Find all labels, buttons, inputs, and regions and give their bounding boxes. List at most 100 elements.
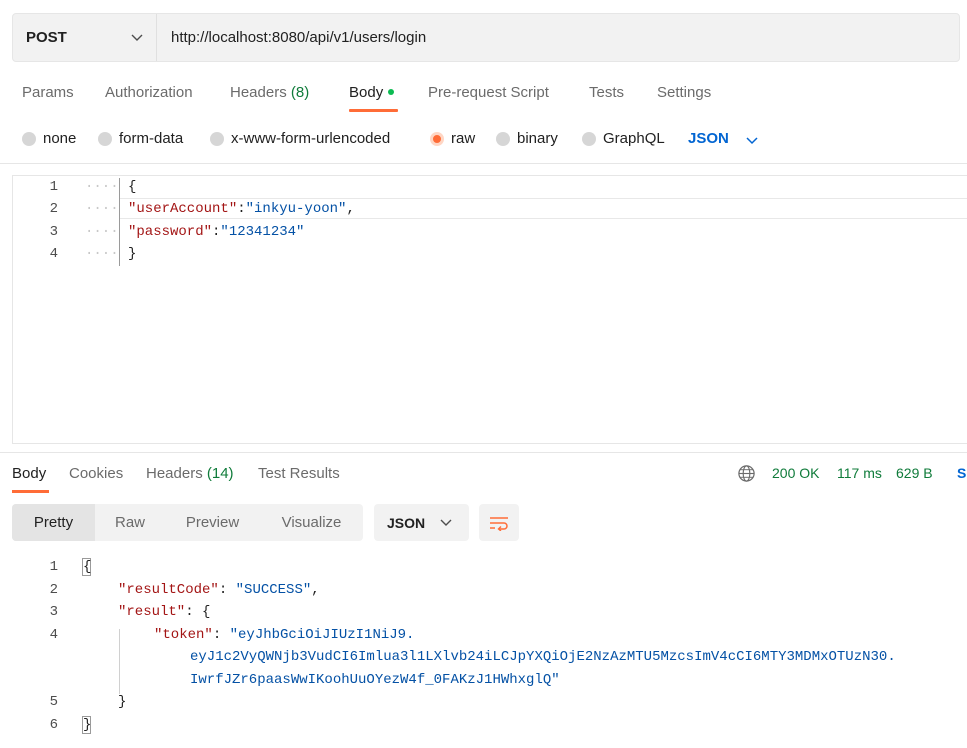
line-number: 2 bbox=[49, 582, 58, 598]
tab-params[interactable]: Params bbox=[22, 84, 74, 101]
tab-headers[interactable]: Headers (8) bbox=[230, 84, 309, 101]
json-brace: { bbox=[128, 179, 137, 195]
view-visualize-button[interactable]: Visualize bbox=[260, 504, 363, 541]
radio-circle bbox=[582, 131, 596, 146]
radio-urlencoded[interactable]: x-www-form-urlencoded bbox=[210, 130, 390, 147]
view-pretty-button[interactable]: Pretty bbox=[12, 504, 95, 541]
line-number: 6 bbox=[49, 717, 58, 733]
line-number: 1 bbox=[49, 559, 58, 575]
json-line: "password":"12341234" bbox=[128, 224, 304, 240]
json-line: "userAccount":"inkyu-yoon", bbox=[128, 201, 355, 217]
tab-body-label: Body bbox=[349, 84, 384, 101]
chevron-down-icon bbox=[440, 519, 452, 526]
format-label: JSON bbox=[387, 514, 426, 531]
json-string-continuation: eyJ1c2VyQWNjb3VudCI6Imlua3l1LXlvb24iLCJp… bbox=[190, 649, 896, 665]
url-input[interactable]: http://localhost:8080/api/v1/users/login bbox=[171, 29, 426, 46]
json-brace: { bbox=[83, 559, 92, 575]
json-colon: : bbox=[237, 201, 246, 217]
whitespace-dots: ···· bbox=[85, 224, 119, 240]
json-line: "result": { bbox=[118, 604, 210, 620]
radio-circle bbox=[98, 131, 112, 146]
json-string: "eyJhbGciOiJIUzI1NiJ9. bbox=[229, 627, 415, 643]
json-brace: } bbox=[83, 717, 92, 733]
json-string-continuation: IwrfJZr6paasWwIKoohUuOYezW4f_0FAKzJ1HWhx… bbox=[190, 672, 560, 688]
json-key: "userAccount" bbox=[128, 201, 238, 217]
response-size[interactable]: 629 B bbox=[896, 465, 933, 481]
radio-binary[interactable]: binary bbox=[496, 130, 558, 147]
line-number: 4 bbox=[49, 246, 58, 262]
json-line: "token": "eyJhbGciOiJIUzI1NiJ9. bbox=[154, 627, 414, 643]
view-raw-button[interactable]: Raw bbox=[95, 504, 165, 541]
json-brace: } bbox=[118, 694, 127, 710]
json-brace: { bbox=[202, 604, 211, 620]
tab-authorization[interactable]: Authorization bbox=[105, 84, 193, 101]
status-code[interactable]: 200 OK bbox=[772, 465, 819, 481]
tab-tests[interactable]: Tests bbox=[589, 84, 624, 101]
wrap-lines-icon bbox=[490, 516, 508, 531]
radio-label: raw bbox=[451, 130, 476, 147]
response-tab-test-results[interactable]: Test Results bbox=[258, 465, 340, 482]
radio-form-data[interactable]: form-data bbox=[98, 130, 183, 147]
radio-label: binary bbox=[517, 130, 558, 147]
headers-count: (8) bbox=[290, 84, 310, 101]
body-indicator-dot bbox=[388, 89, 395, 96]
whitespace-dots: ···· bbox=[85, 179, 119, 195]
indent-guide bbox=[119, 178, 120, 266]
json-string: "12341234" bbox=[220, 224, 305, 240]
line-number: 3 bbox=[49, 604, 58, 620]
json-colon: : bbox=[185, 604, 203, 620]
view-preview-button[interactable]: Preview bbox=[165, 504, 260, 541]
line-number: 3 bbox=[49, 224, 58, 240]
radio-label: x-www-form-urlencoded bbox=[231, 130, 391, 147]
json-comma: , bbox=[311, 582, 320, 598]
json-colon: : bbox=[212, 627, 230, 643]
radio-label: none bbox=[43, 130, 77, 147]
json-brace: } bbox=[128, 246, 137, 262]
line-number: 5 bbox=[49, 694, 58, 710]
json-key: "resultCode" bbox=[118, 582, 219, 598]
radio-none[interactable]: none bbox=[22, 130, 76, 147]
radio-circle bbox=[22, 131, 36, 146]
active-tab-underline bbox=[12, 490, 49, 493]
method-label: POST bbox=[26, 29, 67, 46]
active-tab-underline bbox=[349, 109, 398, 112]
divider bbox=[0, 452, 967, 453]
json-key: "password" bbox=[128, 224, 213, 240]
tab-settings[interactable]: Settings bbox=[657, 84, 711, 101]
response-tab-headers[interactable]: Headers (14) bbox=[146, 465, 234, 482]
radio-circle bbox=[210, 131, 224, 146]
chevron-down-icon[interactable] bbox=[745, 133, 759, 147]
radio-graphql[interactable]: GraphQL bbox=[582, 130, 665, 147]
response-time[interactable]: 117 ms bbox=[837, 465, 882, 481]
response-tab-body[interactable]: Body bbox=[12, 465, 46, 482]
method-select[interactable]: POST bbox=[13, 14, 157, 61]
json-line: "resultCode": "SUCCESS", bbox=[118, 582, 320, 598]
language-select[interactable]: JSON bbox=[688, 130, 729, 147]
radio-label: GraphQL bbox=[603, 130, 665, 147]
globe-icon[interactable] bbox=[737, 464, 756, 483]
radio-circle-selected bbox=[430, 131, 444, 146]
json-string: "SUCCESS" bbox=[235, 582, 312, 598]
radio-circle bbox=[496, 131, 510, 146]
save-response-button[interactable]: S bbox=[957, 465, 966, 481]
response-tab-headers-label: Headers bbox=[146, 465, 203, 482]
json-comma: , bbox=[346, 201, 355, 217]
response-headers-count: (14) bbox=[206, 465, 234, 482]
chevron-down-icon bbox=[131, 34, 143, 41]
indent-guide bbox=[119, 629, 120, 694]
wrap-lines-button[interactable] bbox=[479, 504, 519, 541]
json-string: "inkyu-yoon" bbox=[245, 201, 347, 217]
line-number: 1 bbox=[49, 179, 58, 195]
json-key: "token" bbox=[154, 627, 213, 643]
radio-raw[interactable]: raw bbox=[430, 130, 475, 147]
tab-body[interactable]: Body bbox=[349, 84, 395, 101]
whitespace-dots: ···· bbox=[85, 201, 119, 217]
line-number: 2 bbox=[49, 201, 58, 217]
divider bbox=[0, 163, 967, 164]
response-format-select[interactable]: JSON bbox=[374, 504, 469, 541]
json-key: "result" bbox=[118, 604, 186, 620]
tab-prerequest-script[interactable]: Pre-request Script bbox=[428, 84, 549, 101]
response-tab-cookies[interactable]: Cookies bbox=[69, 465, 123, 482]
request-bar: POST http://localhost:8080/api/v1/users/… bbox=[12, 13, 960, 62]
radio-label: form-data bbox=[119, 130, 184, 147]
